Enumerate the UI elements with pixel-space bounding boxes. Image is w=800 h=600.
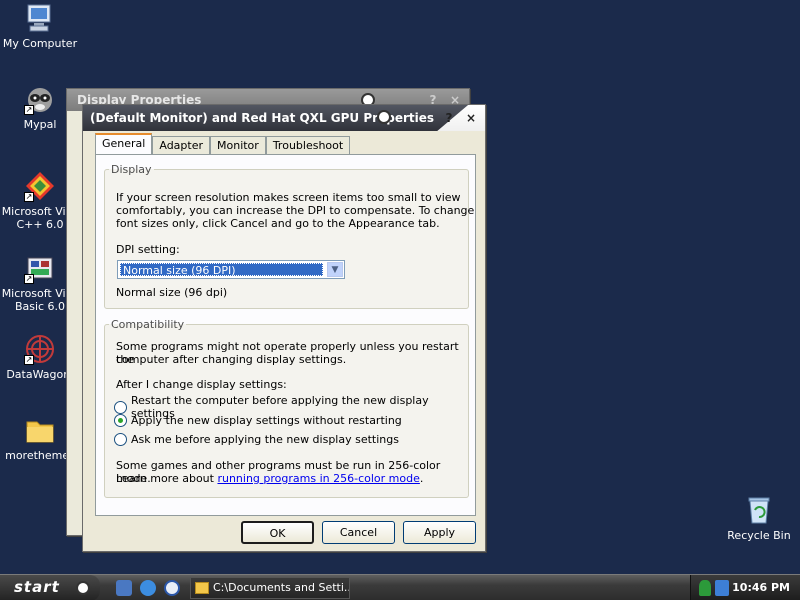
desktop-icon-recycle-bin[interactable]: Recycle Bin bbox=[719, 494, 799, 542]
dpi-selected-value: Normal size (96 DPI) bbox=[120, 263, 323, 277]
shortcut-arrow-icon: ↗ bbox=[24, 274, 34, 284]
recycle-bin-icon bbox=[743, 494, 775, 526]
display-description-line3: font sizes only, click Cancel and go to … bbox=[116, 217, 440, 230]
games-note-line2: Learn more about running programs in 256… bbox=[116, 472, 423, 485]
computer-icon bbox=[24, 2, 56, 34]
visual-basic-icon: ↗ bbox=[24, 252, 56, 284]
learn-more-suffix: . bbox=[419, 472, 424, 485]
display-description-line1: If your screen resolution makes screen i… bbox=[116, 191, 461, 204]
monitor-properties-dialog[interactable]: (Default Monitor) and Red Hat QXL GPU Pr… bbox=[82, 104, 486, 552]
after-change-label: After I change display settings: bbox=[116, 378, 287, 391]
dialog-title: (Default Monitor) and Red Hat QXL GPU Pr… bbox=[83, 105, 469, 131]
radio-ask-label: Ask me before applying the new display s… bbox=[131, 433, 399, 446]
clock[interactable]: 10:46 PM bbox=[732, 581, 790, 594]
learn-more-prefix: Learn more about bbox=[116, 472, 218, 485]
tab-strip: General Adapter Monitor Troubleshoot bbox=[95, 133, 351, 154]
cancel-button[interactable]: Cancel bbox=[322, 521, 395, 544]
ok-button[interactable]: OK bbox=[241, 521, 314, 544]
taskbar: start C:\Documents and Setti... 10:46 PM bbox=[0, 574, 800, 600]
general-tab-panel: Display If your screen resolution makes … bbox=[95, 154, 476, 516]
radio-apply-label: Apply the new display settings without r… bbox=[131, 414, 402, 427]
shortcut-arrow-icon: ↗ bbox=[24, 192, 34, 202]
tray-status-icon[interactable] bbox=[699, 580, 711, 596]
dpi-note: Normal size (96 dpi) bbox=[116, 286, 228, 299]
help-button[interactable]: ? bbox=[441, 110, 457, 126]
compatibility-group-legend: Compatibility bbox=[111, 318, 185, 331]
show-desktop-icon[interactable] bbox=[116, 580, 132, 596]
tab-troubleshoot[interactable]: Troubleshoot bbox=[265, 136, 351, 154]
datawagon-icon: ↗ bbox=[24, 333, 56, 365]
swirl-icon bbox=[76, 581, 90, 595]
taskbar-item-label: C:\Documents and Setti... bbox=[213, 581, 350, 594]
swirl-icon bbox=[377, 110, 391, 124]
system-tray: 10:46 PM bbox=[690, 575, 800, 600]
visual-cpp-icon: ↗ bbox=[24, 170, 56, 202]
tray-network-icon[interactable] bbox=[715, 580, 729, 596]
shortcut-arrow-icon: ↗ bbox=[24, 355, 34, 365]
close-button[interactable]: × bbox=[463, 110, 479, 126]
start-label: start bbox=[14, 578, 60, 596]
apply-button[interactable]: Apply bbox=[403, 521, 476, 544]
compat-text-line2: computer after changing display settings… bbox=[116, 353, 347, 366]
radio-button[interactable] bbox=[114, 433, 127, 446]
tab-adapter[interactable]: Adapter bbox=[152, 136, 210, 154]
256-color-link[interactable]: running programs in 256-color mode bbox=[217, 472, 419, 485]
internet-explorer-icon[interactable] bbox=[140, 580, 156, 596]
dpi-setting-select[interactable]: Normal size (96 DPI) ▼ bbox=[117, 260, 345, 279]
shortcut-arrow-icon: ↗ bbox=[24, 105, 34, 115]
taskbar-item-explorer[interactable]: C:\Documents and Setti... bbox=[190, 577, 350, 599]
chevron-down-icon[interactable]: ▼ bbox=[327, 262, 343, 277]
radio-ask-me[interactable]: Ask me before applying the new display s… bbox=[114, 433, 399, 446]
raccoon-icon: ↗ bbox=[24, 83, 56, 115]
display-description-line2: comfortably, you can increase the DPI to… bbox=[116, 204, 475, 217]
display-group-legend: Display bbox=[111, 163, 152, 176]
radio-button-selected[interactable] bbox=[114, 414, 127, 427]
desktop-icon-my-computer[interactable]: My Computer bbox=[0, 2, 80, 50]
tab-general[interactable]: General bbox=[95, 133, 153, 154]
dpi-setting-label: DPI setting: bbox=[116, 243, 180, 256]
dialog-titlebar[interactable]: (Default Monitor) and Red Hat QXL GPU Pr… bbox=[83, 105, 485, 131]
folder-icon bbox=[24, 414, 56, 446]
tab-monitor[interactable]: Monitor bbox=[210, 136, 266, 154]
folder-icon bbox=[195, 582, 209, 594]
start-button[interactable]: start bbox=[0, 575, 100, 600]
media-player-icon[interactable] bbox=[164, 580, 180, 596]
radio-button[interactable] bbox=[114, 400, 127, 414]
radio-apply-without-restart[interactable]: Apply the new display settings without r… bbox=[114, 414, 402, 427]
